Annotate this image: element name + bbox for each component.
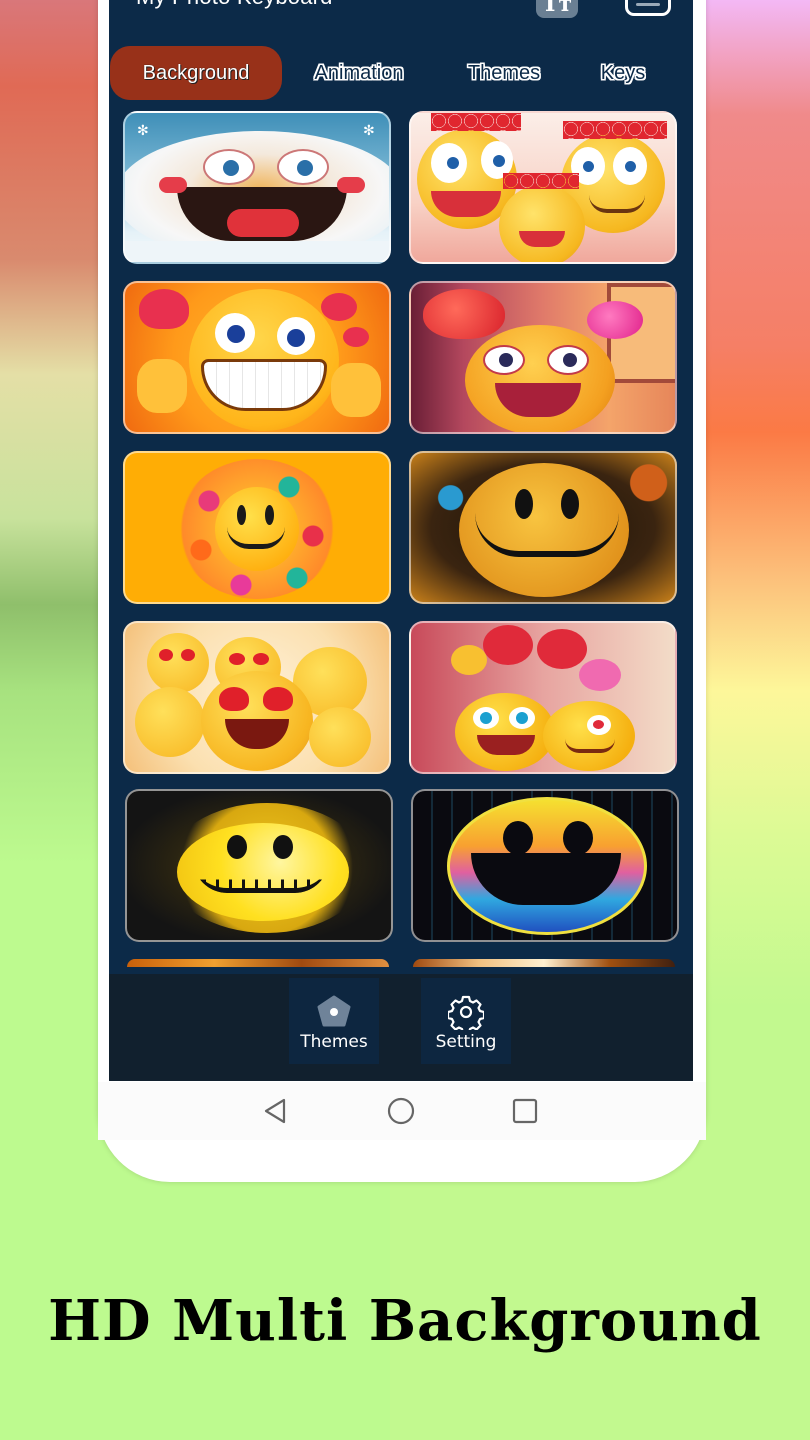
recents-square-icon[interactable]: [510, 1096, 540, 1126]
promo-caption: HD Multi Background: [48, 1288, 762, 1354]
tab-animation[interactable]: Animation: [299, 46, 419, 100]
background-thumbnail-pink-room[interactable]: [409, 281, 677, 434]
emoji-face: [543, 701, 635, 771]
emoji-hand: [137, 359, 187, 413]
nav-setting-label: Setting: [435, 1032, 497, 1052]
emoji-face: [135, 687, 205, 757]
tab-background[interactable]: Background: [110, 46, 282, 100]
heart-eye-icon: [263, 687, 293, 711]
category-tabs: Background Animation Themes Keys: [109, 46, 693, 100]
heart-icon: [139, 289, 189, 329]
emoji-cheek: [337, 177, 365, 193]
background-thumbnail-candy-smiley[interactable]: [123, 451, 391, 604]
heart-eye-icon: [229, 653, 245, 665]
heart-eye-icon: [181, 649, 195, 661]
emoji-mouth: [193, 859, 329, 893]
emoji-mouth: [565, 739, 615, 753]
background-thumbnail-heart-balloons[interactable]: [409, 621, 677, 774]
heart-balloon: [587, 301, 643, 339]
heart-crown: [563, 121, 667, 139]
heart-balloon: [423, 289, 505, 339]
heart-eye-icon: [159, 649, 173, 661]
snowflake-icon: ✻: [137, 123, 149, 139]
keyboard-hide-icon: [636, 3, 660, 6]
emoji-eye: [509, 707, 535, 729]
back-triangle-icon[interactable]: [260, 1096, 290, 1126]
emoji-eye: [563, 821, 593, 855]
emoji-eye: [277, 317, 315, 355]
emoji-eye: [237, 505, 246, 525]
home-circle-icon[interactable]: [386, 1096, 416, 1126]
emoji-cheek: [159, 177, 187, 193]
app-header: My Photo Keyboard Tт: [109, 0, 693, 20]
font-size-button[interactable]: Tт: [536, 0, 578, 18]
app-screen: My Photo Keyboard Tт Background Animatio…: [109, 0, 693, 1081]
keyboard-hide-button[interactable]: [625, 0, 671, 16]
background-thumbnail-orange-hearts[interactable]: [123, 281, 391, 434]
emoji-eye: [473, 707, 499, 729]
background-thumbnail-heart-eyes[interactable]: [123, 621, 391, 774]
heart-balloon: [537, 629, 587, 669]
emoji-eye: [215, 313, 255, 353]
background-thumbnail-partial[interactable]: [413, 959, 675, 967]
font-size-icon: Tт: [541, 0, 572, 17]
emoji-eye: [227, 835, 247, 859]
nav-themes[interactable]: Themes: [289, 978, 379, 1064]
emoji-tongue: [227, 209, 299, 237]
pentagon-theme-icon: [317, 995, 351, 1027]
app-title: My Photo Keyboard: [136, 0, 333, 10]
emoji-eye: [547, 345, 589, 375]
emoji-eye: [587, 715, 611, 735]
heart-balloon: [451, 645, 487, 675]
nav-setting[interactable]: Setting: [421, 978, 511, 1064]
system-navigation-bar: [98, 1082, 706, 1140]
emoji-eye: [613, 147, 647, 185]
snowflake-icon: ✻: [363, 123, 375, 139]
background-thumbnail-grunge-smiley[interactable]: [409, 451, 677, 604]
emoji-eye: [431, 143, 467, 183]
background-thumbnail-paint-splash[interactable]: [125, 789, 393, 942]
emoji-face: [465, 325, 615, 432]
heart-icon: [343, 327, 369, 347]
heart-eye-icon: [219, 687, 249, 711]
background-thumbnail-snowball[interactable]: ✻ ✻: [123, 111, 391, 264]
emoji-eye: [203, 149, 255, 185]
gear-icon: [448, 995, 484, 1030]
emoji-face: [455, 693, 555, 771]
emoji-eye: [503, 821, 533, 855]
emoji-face: [499, 185, 585, 262]
heart-balloon: [483, 625, 533, 665]
emoji-eye: [277, 149, 329, 185]
emoji-hand: [331, 363, 381, 417]
emoji-eye: [483, 345, 525, 375]
background-thumbnail-neon-smiley[interactable]: [411, 789, 679, 942]
heart-balloon: [579, 659, 621, 691]
snow-ground: [125, 241, 389, 262]
background-thumbnail-heart-crowns[interactable]: [409, 111, 677, 264]
heart-crown: [503, 173, 579, 189]
nav-themes-label: Themes: [300, 1032, 368, 1052]
emoji-eye: [265, 505, 274, 525]
emoji-face: [147, 633, 209, 693]
emoji-mouth: [475, 513, 619, 557]
emoji-face: [309, 707, 371, 767]
emoji-eye: [273, 835, 293, 859]
heart-eye-icon: [253, 653, 269, 665]
tab-themes[interactable]: Themes: [449, 46, 559, 100]
bottom-navigation: Themes Setting: [109, 974, 693, 1081]
phone-mockup: My Photo Keyboard Tт Background Animatio…: [98, 0, 706, 1182]
heart-icon: [321, 293, 357, 321]
background-thumbnail-partial[interactable]: [127, 959, 389, 967]
tab-keys[interactable]: Keys: [587, 46, 659, 100]
heart-crown: [431, 113, 521, 131]
